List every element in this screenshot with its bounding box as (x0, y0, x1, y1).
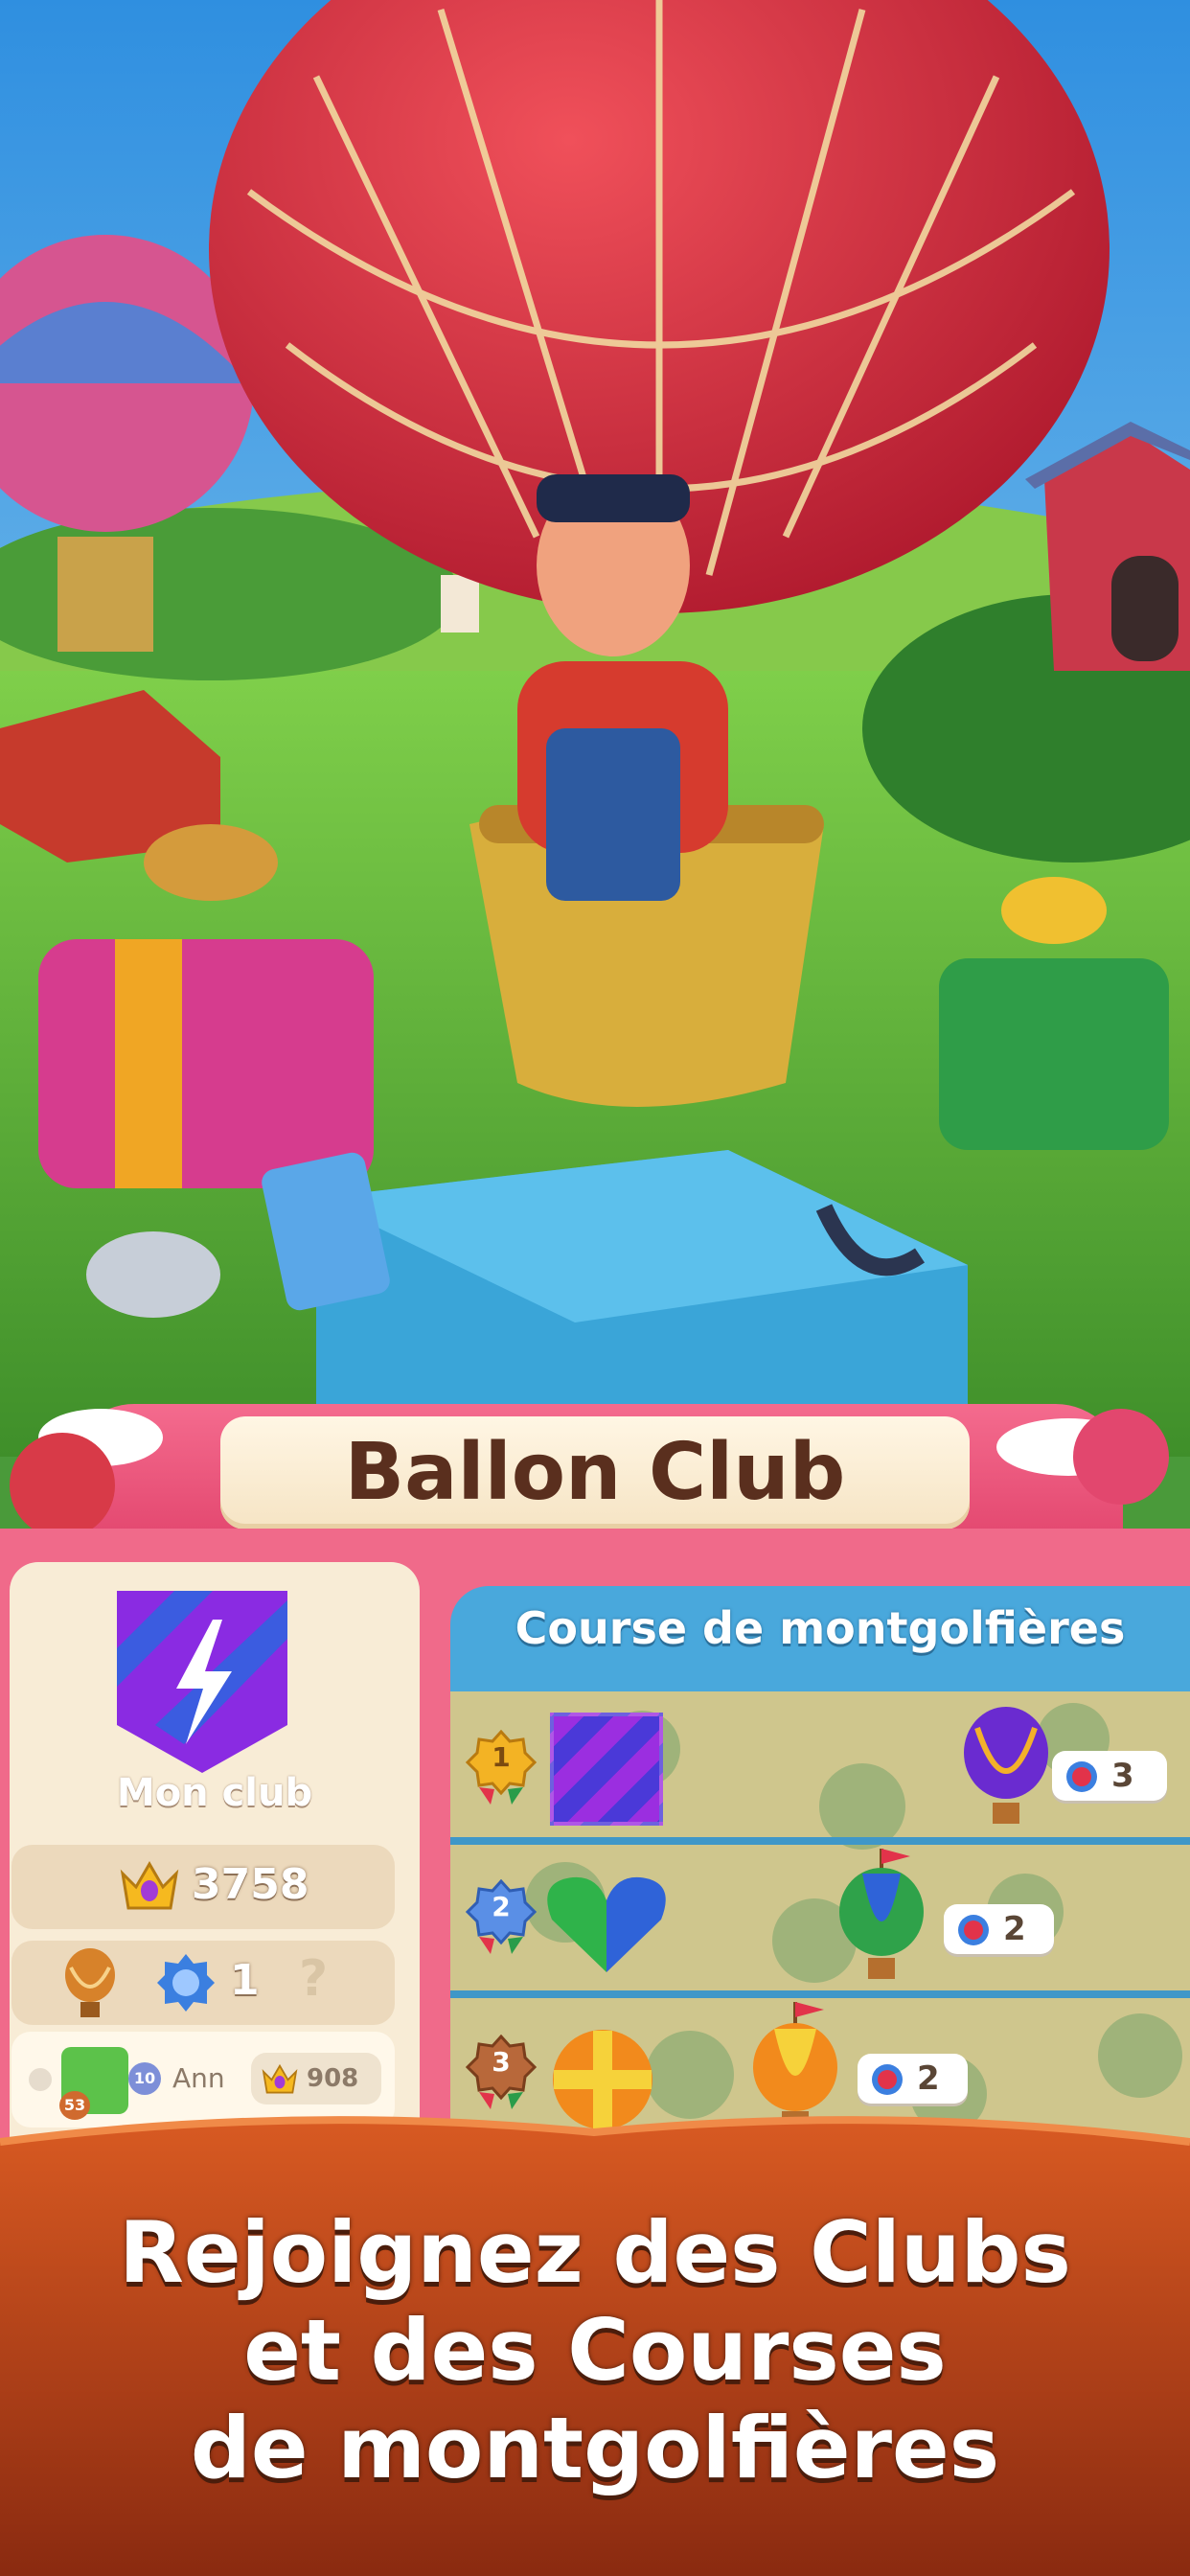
promo-line-3: de montgolfières (190, 2399, 1000, 2497)
unknown-reward-slot[interactable]: ? (299, 1950, 328, 2008)
race-entry-1[interactable]: 1 3 (450, 1691, 1190, 1835)
club-score-row: 3758 (11, 1845, 395, 1929)
balloon-count-pill: 2 (944, 1904, 1054, 1954)
purple-stripes-emblem (550, 1713, 663, 1826)
place-number: 1 (492, 1741, 511, 1773)
purple-balloon-icon (964, 1707, 1048, 1824)
lightning-club-emblem-icon (117, 1591, 287, 1773)
crown-icon (262, 2063, 298, 2094)
small-balloon-icon (1073, 1409, 1169, 1505)
balloon-trophy-icon (65, 1948, 115, 2017)
row-divider (450, 1837, 1190, 1845)
balloon-token-icon (872, 2064, 903, 2095)
row-divider (450, 1990, 1190, 1998)
balloon-count-pill: 2 (858, 2054, 968, 2104)
member-rank-badge: 10 (128, 2062, 161, 2095)
race-track: 1 3 2 2 3 2 (450, 1691, 1190, 2171)
balloon-token-icon (1066, 1761, 1097, 1792)
place-number: 2 (492, 1891, 511, 1922)
banner-title: Ballon Club (344, 1427, 846, 1518)
promo-line-2: et des Courses (243, 2301, 947, 2400)
game-scene (0, 0, 1190, 1457)
balloon-count: 2 (1003, 1910, 1026, 1948)
race-title: Course de montgolfières (515, 1602, 1126, 1654)
club-stats-row: 1 ? (11, 1941, 395, 2025)
balloon-count-pill: 3 (1052, 1751, 1167, 1801)
club-score-value: 3758 (192, 1860, 309, 1909)
place-number: 3 (492, 2046, 511, 2078)
member-status-dot (29, 2068, 52, 2091)
promo-line-1: Rejoignez des Clubs (119, 2203, 1071, 2302)
balloon-count: 3 (1111, 1757, 1134, 1795)
farm-scene-illustration (0, 0, 1190, 1457)
green-blue-balloon-icon (839, 1849, 924, 1979)
blue-green-heart-emblem (547, 1876, 666, 1972)
medal-count: 1 (230, 1956, 260, 2005)
balloon-token-icon (958, 1915, 989, 1945)
small-balloon-icon (10, 1433, 115, 1538)
crown-icon (120, 1861, 179, 1910)
promo-caption: Rejoignez des Clubs et des Courses de mo… (0, 2204, 1190, 2497)
my-club-label: Mon club (116, 1771, 313, 1815)
member-score-pill: 908 (251, 2053, 381, 2104)
balloon-count: 2 (917, 2059, 940, 2098)
member-name: Ann (172, 2062, 225, 2094)
member-score: 908 (307, 2064, 359, 2093)
race-entry-2[interactable]: 2 2 (450, 1845, 1190, 1989)
blue-medal-icon (157, 1954, 215, 2012)
